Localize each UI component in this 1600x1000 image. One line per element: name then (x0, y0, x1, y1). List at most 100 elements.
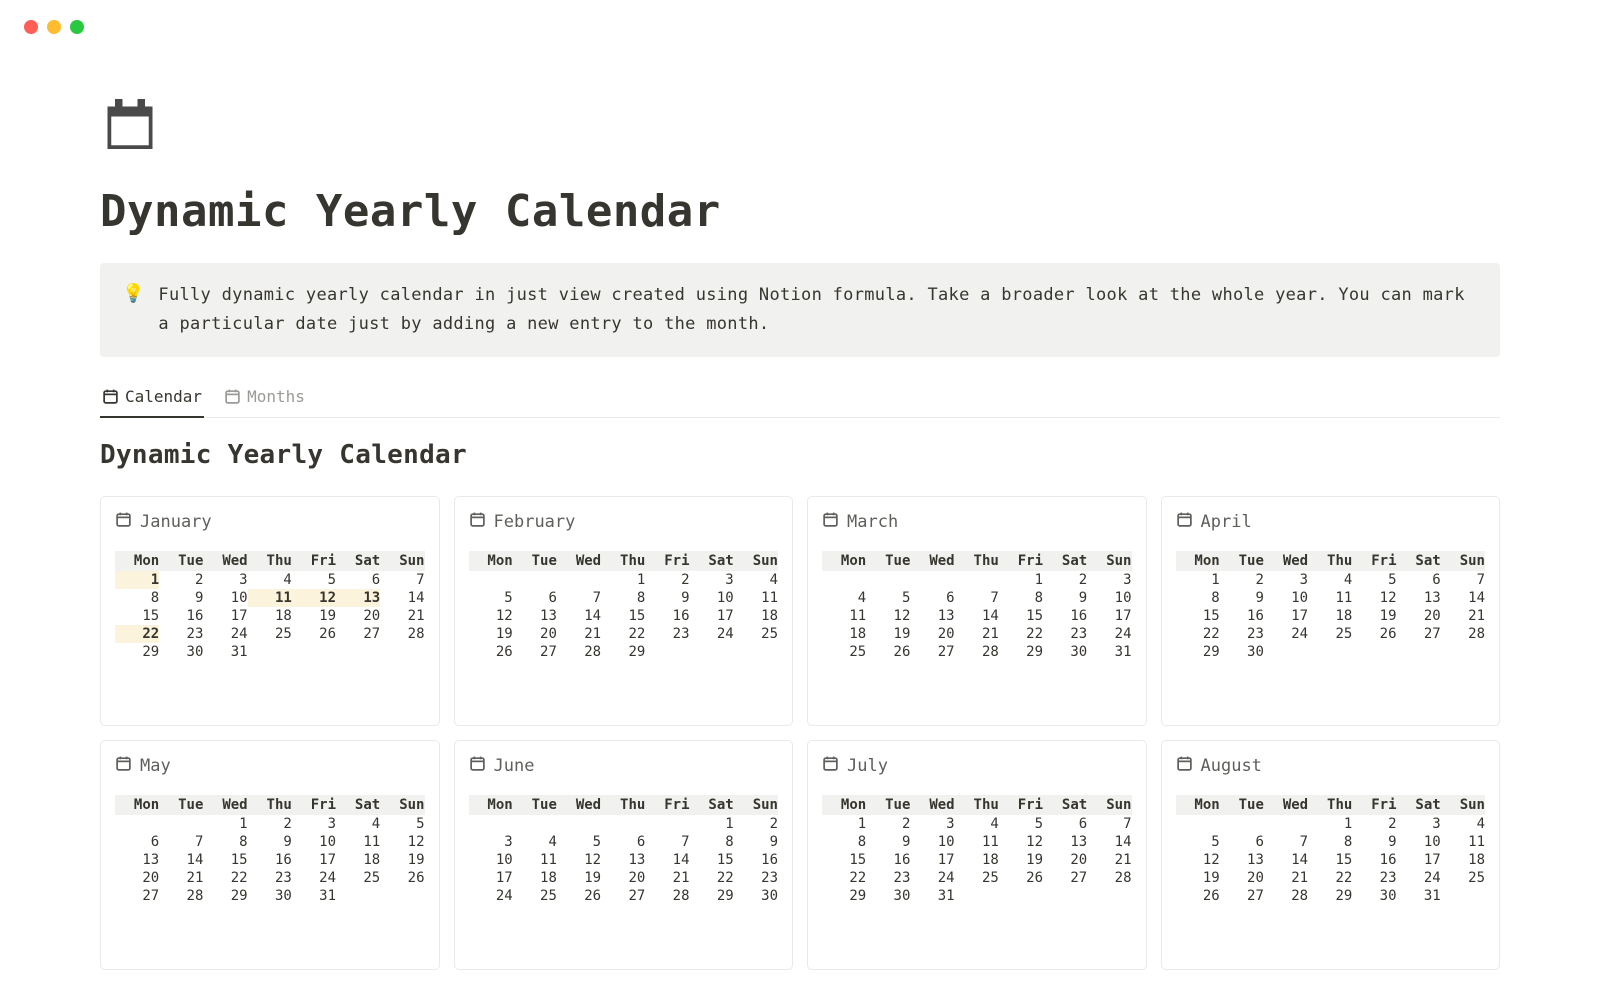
day-cell[interactable]: 6 (1220, 833, 1264, 851)
day-cell[interactable]: 19 (1352, 607, 1396, 625)
day-cell[interactable]: 4 (513, 833, 557, 851)
day-cell[interactable]: 24 (1264, 625, 1308, 643)
day-cell[interactable]: 22 (1176, 625, 1220, 643)
day-cell[interactable]: 5 (1352, 571, 1396, 589)
day-cell[interactable]: 7 (557, 589, 601, 607)
day-cell[interactable]: 24 (203, 625, 247, 643)
day-cell[interactable]: 3 (910, 815, 954, 833)
day-cell[interactable]: 14 (557, 607, 601, 625)
day-cell[interactable]: 8 (601, 589, 645, 607)
day-cell[interactable]: 23 (159, 625, 203, 643)
day-cell[interactable]: 3 (292, 815, 336, 833)
day-cell[interactable]: 2 (645, 571, 689, 589)
day-cell[interactable]: 29 (601, 643, 645, 661)
day-cell[interactable]: 7 (645, 833, 689, 851)
day-cell[interactable]: 24 (469, 887, 513, 905)
day-cell[interactable]: 1 (1176, 571, 1220, 589)
day-cell[interactable]: 12 (380, 833, 424, 851)
day-cell[interactable]: 14 (1441, 589, 1485, 607)
day-cell[interactable]: 20 (513, 625, 557, 643)
day-cell[interactable]: 9 (734, 833, 778, 851)
day-cell[interactable]: 26 (1176, 887, 1220, 905)
close-window-button[interactable] (24, 20, 38, 34)
day-cell[interactable]: 2 (1220, 571, 1264, 589)
day-cell[interactable]: 10 (203, 589, 247, 607)
day-cell[interactable]: 6 (601, 833, 645, 851)
day-cell[interactable]: 18 (248, 607, 292, 625)
day-cell[interactable]: 10 (690, 589, 734, 607)
day-cell[interactable]: 15 (822, 851, 866, 869)
day-cell[interactable]: 20 (601, 869, 645, 887)
day-cell[interactable]: 29 (115, 643, 159, 661)
day-cell[interactable]: 18 (955, 851, 999, 869)
day-cell[interactable]: 8 (690, 833, 734, 851)
day-cell[interactable]: 7 (955, 589, 999, 607)
day-cell[interactable]: 21 (1087, 851, 1131, 869)
day-cell[interactable]: 21 (645, 869, 689, 887)
day-cell[interactable]: 17 (203, 607, 247, 625)
day-cell[interactable]: 27 (910, 643, 954, 661)
day-cell[interactable]: 14 (159, 851, 203, 869)
tab-calendar[interactable]: Calendar (100, 381, 204, 418)
day-cell[interactable]: 3 (203, 571, 247, 589)
day-cell[interactable]: 21 (1264, 869, 1308, 887)
day-cell[interactable]: 18 (1308, 607, 1352, 625)
day-cell[interactable]: 26 (557, 887, 601, 905)
day-cell[interactable]: 10 (1264, 589, 1308, 607)
day-cell[interactable]: 11 (336, 833, 380, 851)
day-cell[interactable]: 1 (999, 571, 1043, 589)
day-cell[interactable]: 25 (822, 643, 866, 661)
day-cell[interactable]: 13 (1220, 851, 1264, 869)
day-cell[interactable]: 8 (203, 833, 247, 851)
day-cell[interactable]: 28 (645, 887, 689, 905)
day-cell[interactable]: 1 (203, 815, 247, 833)
day-cell[interactable]: 8 (1308, 833, 1352, 851)
day-cell[interactable]: 31 (1087, 643, 1131, 661)
day-cell[interactable]: 3 (469, 833, 513, 851)
day-cell[interactable]: 11 (1308, 589, 1352, 607)
day-cell[interactable]: 16 (645, 607, 689, 625)
day-cell[interactable]: 29 (1176, 643, 1220, 661)
day-cell[interactable]: 22 (115, 625, 159, 643)
day-cell[interactable]: 26 (380, 869, 424, 887)
day-cell[interactable]: 24 (910, 869, 954, 887)
day-cell[interactable]: 22 (822, 869, 866, 887)
day-cell[interactable]: 27 (601, 887, 645, 905)
day-cell[interactable]: 11 (513, 851, 557, 869)
day-cell[interactable]: 23 (248, 869, 292, 887)
day-cell[interactable]: 11 (822, 607, 866, 625)
day-cell[interactable]: 6 (513, 589, 557, 607)
day-cell[interactable]: 15 (999, 607, 1043, 625)
day-cell[interactable]: 12 (866, 607, 910, 625)
day-cell[interactable]: 27 (1397, 625, 1441, 643)
day-cell[interactable]: 27 (1220, 887, 1264, 905)
day-cell[interactable]: 2 (866, 815, 910, 833)
day-cell[interactable]: 4 (248, 571, 292, 589)
day-cell[interactable]: 6 (115, 833, 159, 851)
day-cell[interactable]: 25 (513, 887, 557, 905)
day-cell[interactable]: 24 (1087, 625, 1131, 643)
day-cell[interactable]: 19 (292, 607, 336, 625)
day-cell[interactable]: 16 (1043, 607, 1087, 625)
day-cell[interactable]: 14 (380, 589, 424, 607)
day-cell[interactable]: 22 (601, 625, 645, 643)
minimize-window-button[interactable] (47, 20, 61, 34)
day-cell[interactable]: 26 (866, 643, 910, 661)
month-card-july[interactable]: JulyMonTueWedThuFriSatSun123456789101112… (807, 740, 1147, 970)
day-cell[interactable]: 22 (690, 869, 734, 887)
day-cell[interactable]: 16 (248, 851, 292, 869)
day-cell[interactable]: 25 (1308, 625, 1352, 643)
day-cell[interactable]: 1 (601, 571, 645, 589)
day-cell[interactable]: 10 (1397, 833, 1441, 851)
day-cell[interactable]: 4 (822, 589, 866, 607)
day-cell[interactable]: 25 (248, 625, 292, 643)
day-cell[interactable]: 3 (1264, 571, 1308, 589)
day-cell[interactable]: 29 (203, 887, 247, 905)
day-cell[interactable]: 28 (557, 643, 601, 661)
day-cell[interactable]: 2 (1352, 815, 1396, 833)
day-cell[interactable]: 29 (822, 887, 866, 905)
day-cell[interactable]: 17 (1397, 851, 1441, 869)
day-cell[interactable]: 30 (159, 643, 203, 661)
day-cell[interactable]: 13 (1397, 589, 1441, 607)
day-cell[interactable]: 13 (336, 589, 380, 607)
